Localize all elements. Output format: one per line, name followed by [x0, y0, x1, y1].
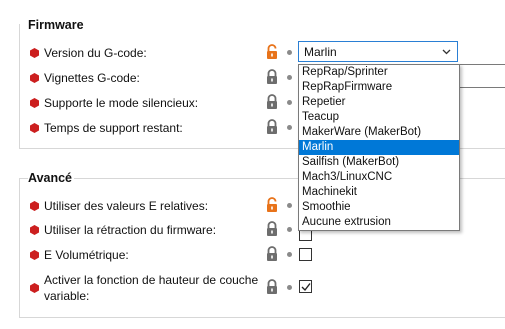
- field-underline: [459, 64, 505, 65]
- volumetric-e-row: E Volumétrique:: [30, 247, 129, 263]
- required-marker-icon: [30, 201, 39, 211]
- default-value-dot-icon[interactable]: [287, 227, 292, 232]
- thumbnails-row: Vignettes G-code:: [30, 70, 140, 86]
- dropdown-option[interactable]: Repetier: [299, 95, 459, 110]
- gcode-flavor-value: Marlin: [304, 45, 337, 59]
- default-value-dot-icon[interactable]: [287, 252, 292, 257]
- dropdown-option[interactable]: Machinekit: [299, 185, 459, 200]
- unlock-icon[interactable]: [265, 44, 279, 60]
- default-value-dot-icon[interactable]: [287, 100, 292, 105]
- lock-icon[interactable]: [265, 69, 279, 85]
- required-marker-icon: [30, 225, 39, 235]
- dropdown-option[interactable]: Mach3/LinuxCNC: [299, 170, 459, 185]
- default-value-dot-icon[interactable]: [287, 285, 292, 290]
- relative-e-row: Utiliser des valeurs E relatives:: [30, 198, 208, 214]
- advanced-group-title: Avancé: [28, 171, 75, 185]
- remaining-time-row: Temps de support restant:: [30, 120, 183, 136]
- default-value-dot-icon[interactable]: [287, 203, 292, 208]
- variable-layer-height-checkbox[interactable]: [299, 280, 312, 293]
- checkmark-icon: [301, 283, 311, 292]
- default-value-dot-icon[interactable]: [287, 125, 292, 130]
- firmware-retraction-label: Utiliser la rétraction du firmware:: [44, 223, 217, 237]
- lock-icon[interactable]: [265, 246, 279, 262]
- dropdown-option[interactable]: Aucune extrusion: [299, 215, 459, 230]
- gcode-flavor-select[interactable]: Marlin: [298, 41, 458, 62]
- gcode-flavor-dropdown: RepRap/Sprinter RepRapFirmware Repetier …: [298, 64, 460, 231]
- default-value-dot-icon[interactable]: [287, 50, 292, 55]
- lock-icon[interactable]: [265, 94, 279, 110]
- required-marker-icon: [30, 73, 39, 83]
- dropdown-option[interactable]: Sailfish (MakerBot): [299, 155, 459, 170]
- required-marker-icon: [30, 250, 39, 260]
- lock-icon[interactable]: [265, 221, 279, 237]
- volumetric-e-label: E Volumétrique:: [44, 248, 129, 262]
- variable-layer-height-label: Activer la fonction de hauteur de couche…: [44, 273, 259, 303]
- dropdown-option[interactable]: RepRapFirmware: [299, 80, 459, 95]
- variable-layer-height-row: Activer la fonction de hauteur de couche…: [30, 272, 259, 304]
- dropdown-option[interactable]: Smoothie: [299, 200, 459, 215]
- lock-icon[interactable]: [265, 279, 279, 295]
- field-underline: [459, 87, 505, 88]
- silent-mode-label: Supporte le mode silencieux:: [44, 96, 199, 110]
- gcode-flavor-row: Version du G-code:: [30, 45, 147, 61]
- required-marker-icon: [30, 98, 39, 108]
- gcode-flavor-label: Version du G-code:: [44, 46, 147, 60]
- dropdown-option[interactable]: MakerWare (MakerBot): [299, 125, 459, 140]
- firmware-group-title: Firmware: [28, 18, 86, 32]
- chevron-down-icon[interactable]: [442, 47, 451, 56]
- silent-mode-row: Supporte le mode silencieux:: [30, 95, 198, 111]
- unlock-icon[interactable]: [265, 197, 279, 213]
- lock-icon[interactable]: [265, 119, 279, 135]
- default-value-dot-icon[interactable]: [287, 75, 292, 80]
- required-marker-icon: [30, 48, 39, 58]
- thumbnails-label: Vignettes G-code:: [44, 71, 140, 85]
- required-marker-icon: [30, 123, 39, 133]
- required-marker-icon: [30, 283, 39, 293]
- volumetric-e-checkbox[interactable]: [299, 248, 312, 261]
- relative-e-label: Utiliser des valeurs E relatives:: [44, 199, 209, 213]
- dropdown-option-selected[interactable]: Marlin: [299, 140, 459, 155]
- remaining-time-label: Temps de support restant:: [44, 121, 183, 135]
- dropdown-option[interactable]: Teacup: [299, 110, 459, 125]
- dropdown-option[interactable]: RepRap/Sprinter: [299, 65, 459, 80]
- firmware-retraction-row: Utiliser la rétraction du firmware:: [30, 222, 216, 238]
